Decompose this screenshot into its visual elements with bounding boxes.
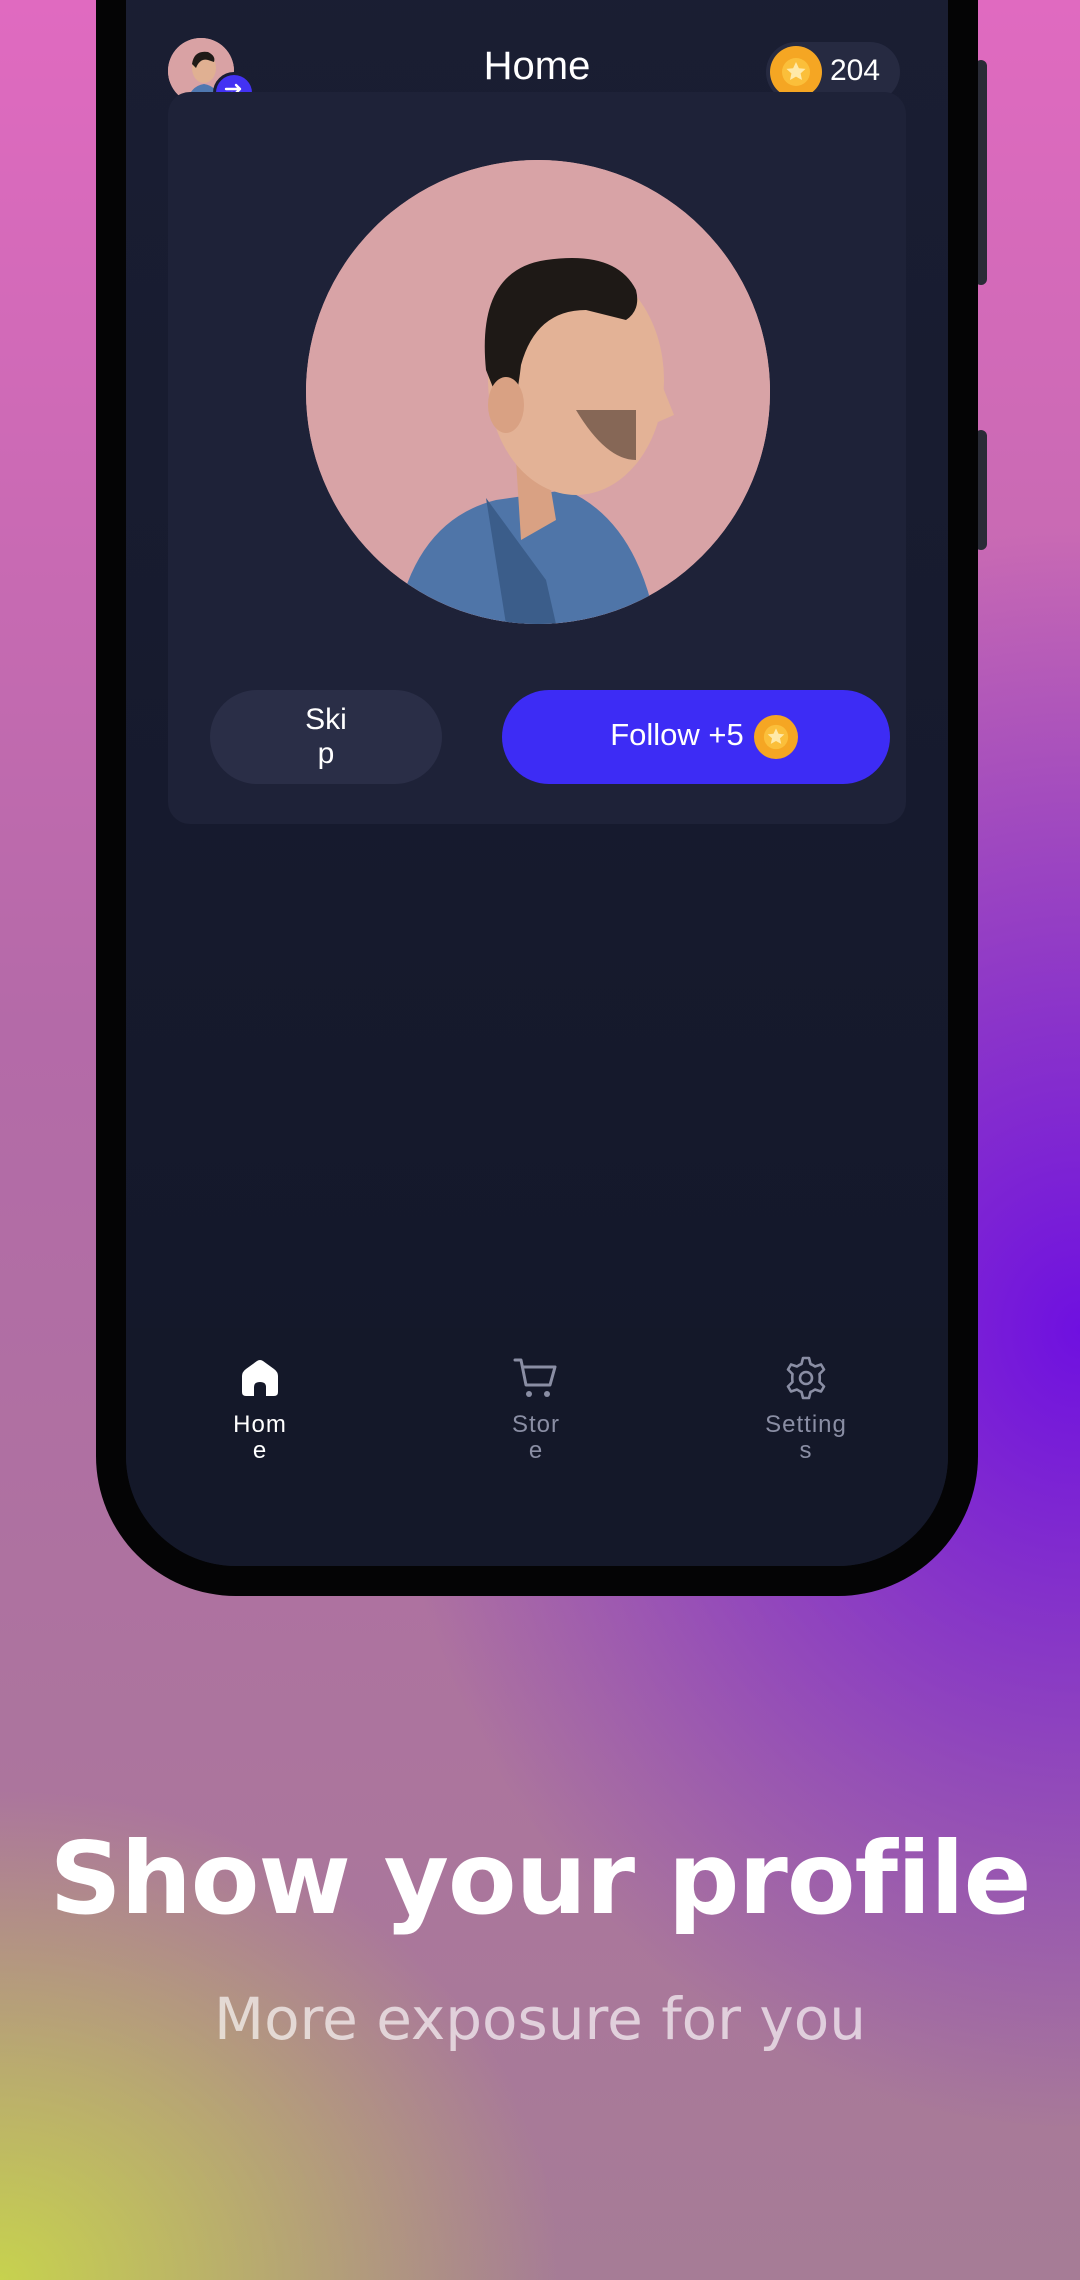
gear-icon [726,1354,886,1402]
app-screen: Home 204 Skip Follow +5 Home Store Setti… [126,0,948,1566]
follow-button[interactable]: Follow +5 [502,690,890,784]
skip-button-label: Skip [305,703,347,770]
nav-label-store: Store [511,1411,560,1464]
coin-count: 204 [830,54,881,87]
profile-card: Skip Follow +5 [168,92,906,824]
nav-item-store[interactable]: Store [466,1354,606,1464]
nav-label-settings: Settings [765,1411,847,1464]
bottom-navigation: Home Store Settings [126,1328,948,1566]
nav-item-settings[interactable]: Settings [726,1354,886,1464]
profile-photo [306,160,770,624]
home-icon [190,1354,330,1402]
follow-button-label: Follow +5 [610,717,744,752]
phone-frame: Home 204 Skip Follow +5 Home Store Setti… [96,0,978,1596]
coin-icon [754,715,798,759]
cart-icon [466,1354,606,1402]
coin-icon [770,46,822,98]
promo-headline: Show your profile [49,1820,1032,1937]
promo-subline: More exposure for you [214,1985,866,2053]
skip-button[interactable]: Skip [210,690,442,784]
nav-item-home[interactable]: Home [190,1354,330,1464]
nav-label-home: Home [233,1411,287,1464]
